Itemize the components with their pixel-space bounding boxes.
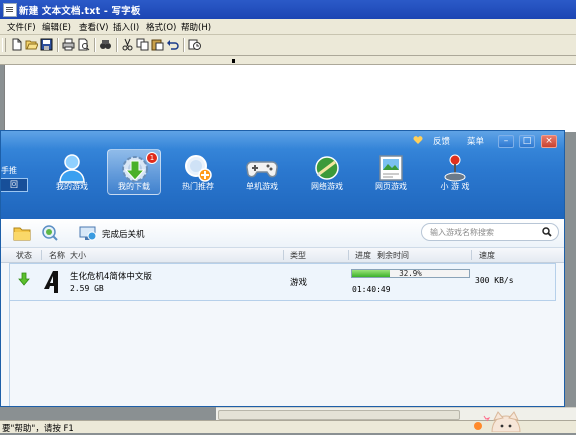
download-toolbar: 完成后关机 [1, 219, 564, 248]
search-icon[interactable] [542, 227, 552, 237]
heart-icon[interactable] [413, 135, 423, 147]
menu-format[interactable]: 格式(O) [146, 21, 176, 33]
gamepad-icon [246, 161, 278, 178]
joystick-icon [444, 154, 466, 182]
toolbar-separator [183, 38, 185, 52]
tab-mini-games-label: 小 游 戏 [440, 182, 470, 191]
refresh-search-icon[interactable] [41, 224, 59, 242]
list-left-border [9, 301, 10, 406]
document-area[interactable] [4, 65, 576, 132]
find-icon[interactable] [99, 38, 112, 51]
mascot-cat-icon[interactable] [472, 410, 532, 433]
side-button[interactable]: 回 [1, 178, 28, 192]
person-icon [59, 154, 85, 183]
insert-datetime-icon[interactable] [188, 38, 201, 51]
menu-edit[interactable]: 编辑(E) [42, 21, 71, 33]
column-divider[interactable] [41, 250, 42, 260]
col-time-left[interactable]: 剩余时间 [377, 250, 409, 261]
minimize-button[interactable]: – [498, 135, 514, 148]
download-progress-bar: 32.9% [351, 269, 470, 278]
cut-icon[interactable] [121, 38, 134, 51]
feedback-link[interactable]: 反馈 [433, 135, 450, 147]
wordpad-titlebar: 新建 文本文档.txt - 写字板 [0, 0, 576, 19]
game-name: 生化危机4简体中文版 [70, 272, 152, 282]
tab-single-player-label: 单机游戏 [246, 182, 278, 191]
client-header: 反馈 菜单 – □ × 手推 回 我的游戏 1 我的下载 热门推荐 单机游戏 网… [1, 131, 564, 219]
column-divider[interactable] [348, 250, 349, 260]
web-game-icon [379, 155, 403, 181]
col-size[interactable]: 大小 [70, 250, 86, 261]
time-left: 01:40:49 [352, 285, 391, 294]
menu-view[interactable]: 查看(V) [79, 21, 108, 33]
standard-toolbar [0, 35, 576, 56]
game-search-box[interactable] [421, 223, 559, 241]
col-name[interactable]: 名称 [49, 250, 65, 261]
ruler-indent-marker[interactable] [232, 59, 235, 63]
close-button[interactable]: × [541, 135, 557, 148]
download-speed: 300 KB/s [475, 276, 514, 285]
col-type[interactable]: 类型 [290, 250, 306, 261]
tab-my-downloads-label: 我的下载 [118, 182, 150, 191]
tab-online-games-label: 网络游戏 [311, 182, 343, 191]
download-arrow-icon[interactable] [18, 272, 30, 286]
toolbar-grip[interactable] [2, 38, 6, 52]
menubar: 文件(F) 编辑(E) 查看(V) 插入(I) 格式(O) 帮助(H) [0, 19, 576, 35]
game-size: 2.59 GB [70, 284, 104, 293]
column-divider[interactable] [471, 250, 472, 260]
new-icon[interactable] [10, 38, 23, 51]
menu-help[interactable]: 帮助(H) [181, 21, 211, 33]
game-search-input[interactable] [430, 226, 540, 238]
tab-my-games-label: 我的游戏 [56, 182, 88, 191]
paste-icon[interactable] [151, 38, 164, 51]
game-client-window: 反馈 菜单 – □ × 手推 回 我的游戏 1 我的下载 热门推荐 单机游戏 网… [0, 130, 565, 407]
save-icon[interactable] [40, 38, 53, 51]
network-game-icon [315, 156, 339, 180]
shutdown-after-complete-label[interactable]: 完成后关机 [102, 228, 145, 240]
download-count-badge: 1 [146, 152, 158, 164]
download-row[interactable]: 生化危机4简体中文版 2.59 GB 游戏 32.9% 01:40:49 300… [9, 263, 556, 301]
downloads-table-header: 状态 名称 大小 类型 进度 剩余时间 速度 [1, 248, 564, 263]
tab-hot-picks-label: 热门推荐 [182, 182, 214, 191]
progress-percent: 32.9% [399, 269, 422, 278]
magnifier-plus-icon [185, 155, 212, 182]
copy-icon[interactable] [136, 38, 149, 51]
maximize-button[interactable]: □ [519, 135, 535, 148]
shutdown-monitor-icon[interactable] [79, 224, 97, 242]
column-divider[interactable] [283, 250, 284, 260]
scrollbar-thumb[interactable] [218, 410, 460, 420]
game-type: 游戏 [290, 278, 308, 288]
tab-web-games-label: 网页游戏 [375, 182, 407, 191]
ruler[interactable] [0, 56, 576, 65]
print-icon[interactable] [62, 38, 75, 51]
wordpad-doc-icon [3, 3, 17, 17]
window-title: 新建 文本文档.txt - 写字板 [19, 6, 141, 17]
open-folder-icon[interactable] [13, 224, 31, 242]
print-preview-icon[interactable] [77, 38, 90, 51]
col-status[interactable]: 状态 [16, 250, 32, 261]
menu-insert[interactable]: 插入(I) [113, 21, 139, 33]
menu-file[interactable]: 文件(F) [7, 21, 36, 33]
col-progress[interactable]: 进度 [355, 250, 371, 261]
status-text: 要"帮助"，请按 F1 [2, 424, 74, 434]
open-icon[interactable] [25, 38, 38, 51]
main-menu-link[interactable]: 菜单 [467, 135, 484, 147]
side-label: 手推 [1, 166, 17, 175]
toolbar-separator [116, 38, 118, 52]
col-speed[interactable]: 速度 [479, 250, 495, 261]
toolbar-separator [94, 38, 96, 52]
toolbar-separator [57, 38, 59, 52]
undo-icon[interactable] [166, 38, 179, 51]
game-logo-icon [42, 269, 60, 295]
